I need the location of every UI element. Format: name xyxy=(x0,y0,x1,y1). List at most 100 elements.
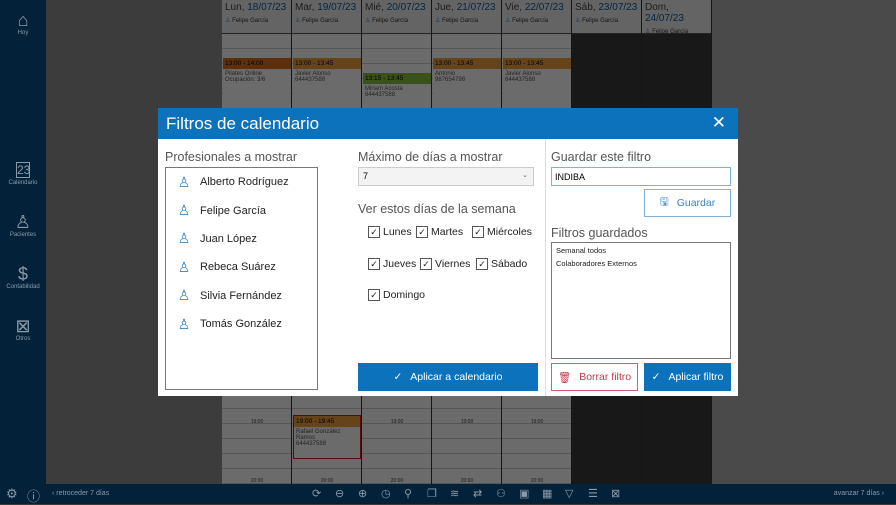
slot-time-label: 19:00 xyxy=(530,419,544,425)
zoom-out-icon[interactable]: ⊖ xyxy=(335,487,344,500)
weekday-checkbox[interactable]: ✓ Miércoles xyxy=(472,226,532,238)
appointment[interactable]: 13:00 - 13:45 Javier Alonso 644437588 xyxy=(293,58,361,102)
save-icon: 🖫 xyxy=(659,196,669,208)
time-slot[interactable] xyxy=(222,394,291,409)
day-header[interactable]: Dom, 24/07/23 ♙ Felipe García xyxy=(642,0,711,35)
appointment[interactable]: 13:15 - 13:45 Miriam Acosta 644437588 xyxy=(363,73,431,103)
search-icon[interactable]: ⚲ xyxy=(404,487,412,500)
doctor-icon: ♙ xyxy=(435,18,441,24)
calendar-clear-icon[interactable]: ⊠ xyxy=(611,487,620,500)
save-button[interactable]: 🖫 Guardar xyxy=(644,189,731,217)
invoice-icon: $ xyxy=(17,264,28,284)
filter-name-input[interactable]: INDIBA xyxy=(551,167,731,186)
time-slot[interactable] xyxy=(362,34,431,49)
time-slot[interactable] xyxy=(292,34,361,49)
time-slot[interactable] xyxy=(432,424,501,439)
sidebar-item-contabilidad[interactable]: $ Contabilidad xyxy=(0,264,46,290)
checkbox-icon: ✓ xyxy=(420,258,432,270)
time-slot[interactable] xyxy=(502,394,571,409)
previous-week-link[interactable]: ‹ retroceder 7 días xyxy=(52,490,109,497)
doctor-icon: ♙ xyxy=(177,230,191,247)
calendar-month-icon[interactable]: ▦ xyxy=(542,487,552,500)
sidebar-item-calendario[interactable]: 23 Calendario xyxy=(0,160,46,186)
layers-icon[interactable]: ≋ xyxy=(450,487,459,500)
appointment[interactable]: 13:00 - 13:45 Javier Alonso 644437588 xyxy=(503,58,571,102)
close-icon[interactable]: ✕ xyxy=(712,113,726,133)
calendar-filters-dialog: Filtros de calendario ✕ Profesionales a … xyxy=(158,108,738,396)
delete-filter-button[interactable]: 🗑 Borrar filtro xyxy=(551,363,638,391)
time-slot[interactable] xyxy=(502,424,571,439)
calendar-day-icon[interactable]: ▣ xyxy=(519,487,529,500)
doctor-icon: ♙ xyxy=(505,18,511,24)
professional-item[interactable]: ♙ Felipe García xyxy=(166,196,317,224)
weekday-checkbox[interactable]: ✓ Martes xyxy=(416,226,463,238)
person-icon: ♙ xyxy=(14,212,32,232)
calendar-icon: 23 xyxy=(16,162,31,178)
filter-icon[interactable]: ▽ xyxy=(565,487,573,500)
time-slot[interactable] xyxy=(432,394,501,409)
copy-icon[interactable]: ❐ xyxy=(427,487,437,500)
time-slot[interactable] xyxy=(502,34,571,49)
appointment[interactable]: 19:00 - 19:45 Rafael González Ramos 644437… xyxy=(293,415,361,459)
professionals-list[interactable]: ♙ Alberto Rodríguez ♙ Felipe García ♙ Juan Ló… xyxy=(165,167,318,390)
weekday-checkbox[interactable]: ✓ Jueves xyxy=(368,258,416,270)
zoom-in-icon[interactable]: ⊕ xyxy=(358,487,367,500)
day-header[interactable]: Sáb, 23/07/23 ♙ Felipe García xyxy=(572,0,641,34)
sidebar-item-hoy[interactable]: ⌂ Hoy xyxy=(0,10,46,36)
professional-item[interactable]: ♙ Rebeca Suárez xyxy=(166,253,317,281)
weekday-checkbox[interactable]: ✓ Domingo xyxy=(368,289,425,301)
max-days-select[interactable]: 7 ⌄ xyxy=(358,167,534,186)
doctor-icon: ♙ xyxy=(177,287,191,304)
doctor-icon: ♙ xyxy=(645,29,651,35)
time-slot[interactable] xyxy=(362,439,431,454)
time-slot[interactable] xyxy=(362,424,431,439)
saved-filter-item[interactable]: Colaboradores Externos xyxy=(556,259,726,272)
time-slot[interactable] xyxy=(432,439,501,454)
apply-filter-button[interactable]: ✓ Aplicar filtro xyxy=(644,363,731,391)
apply-to-calendar-button[interactable]: ✓ Aplicar a calendario xyxy=(358,363,538,391)
settings-icon[interactable]: ⚙ xyxy=(6,486,18,502)
time-slot[interactable] xyxy=(502,439,571,454)
professional-item[interactable]: ♙ Juan López xyxy=(166,225,317,253)
time-slot[interactable] xyxy=(222,424,291,439)
day-header[interactable]: Jue, 21/07/23 ♙ Felipe García xyxy=(432,0,501,34)
next-week-link[interactable]: avanzar 7 días › xyxy=(834,490,884,497)
time-slot[interactable] xyxy=(432,34,501,49)
weekday-checkbox[interactable]: ✓ Lunes xyxy=(368,226,412,238)
day-header[interactable]: Mar, 19/07/23 ♙ Felipe García xyxy=(292,0,361,34)
sidebar-item-pacientes[interactable]: ♙ Pacientes xyxy=(0,212,46,238)
time-slot[interactable] xyxy=(222,439,291,454)
time-slot[interactable] xyxy=(362,454,431,469)
doctor-icon: ♙ xyxy=(225,18,231,24)
sync-icon[interactable]: ⇄ xyxy=(473,487,482,500)
clock-icon[interactable]: ◷ xyxy=(381,487,391,500)
list-icon[interactable]: ☰ xyxy=(588,487,598,500)
day-header[interactable]: Mié, 20/07/23 ♙ Felipe García xyxy=(362,0,431,34)
saved-filters-list[interactable]: Semanal todos Colaboradores Externos xyxy=(551,242,731,359)
weekday-checkbox[interactable]: ✓ Viernes xyxy=(420,258,470,270)
time-slot[interactable] xyxy=(292,394,361,409)
refresh-icon[interactable]: ⟳ xyxy=(312,487,321,500)
group-icon[interactable]: ⚇ xyxy=(496,487,506,500)
time-slot[interactable] xyxy=(222,454,291,469)
day-header[interactable]: Lun, 18/07/23 ♙ Felipe García xyxy=(222,0,291,34)
appointment[interactable]: 13:00 - 14:00 Pilates Online Ocupación: 3/… xyxy=(223,58,291,102)
professional-item[interactable]: ♙ Alberto Rodríguez xyxy=(166,168,317,196)
checkbox-icon: ✓ xyxy=(476,258,488,270)
day-header[interactable]: Vie, 22/07/23 ♙ Felipe García xyxy=(502,0,571,34)
professional-item[interactable]: ♙ Silvia Fernández xyxy=(166,282,317,310)
time-slot[interactable] xyxy=(362,49,431,64)
weekday-checkbox[interactable]: ✓ Sábado xyxy=(476,258,527,270)
sidebar-item-otros[interactable]: ⊠ Otros xyxy=(0,316,46,342)
appointment[interactable]: 13:00 - 13:45 Antonio 987654798 xyxy=(433,58,501,102)
alert-icon[interactable]: ⓘ xyxy=(27,486,40,505)
slot-time-label: 19:00 xyxy=(390,419,404,425)
professional-item[interactable]: ♙ Tomás González xyxy=(166,310,317,338)
time-slot[interactable] xyxy=(502,454,571,469)
max-days-value: 7 xyxy=(363,171,369,181)
time-slot[interactable] xyxy=(362,394,431,409)
time-slot[interactable] xyxy=(432,454,501,469)
time-slot[interactable] xyxy=(222,34,291,49)
saved-filter-item[interactable]: Semanal todos xyxy=(556,246,726,259)
saved-filters-label: Filtros guardados xyxy=(551,226,648,240)
